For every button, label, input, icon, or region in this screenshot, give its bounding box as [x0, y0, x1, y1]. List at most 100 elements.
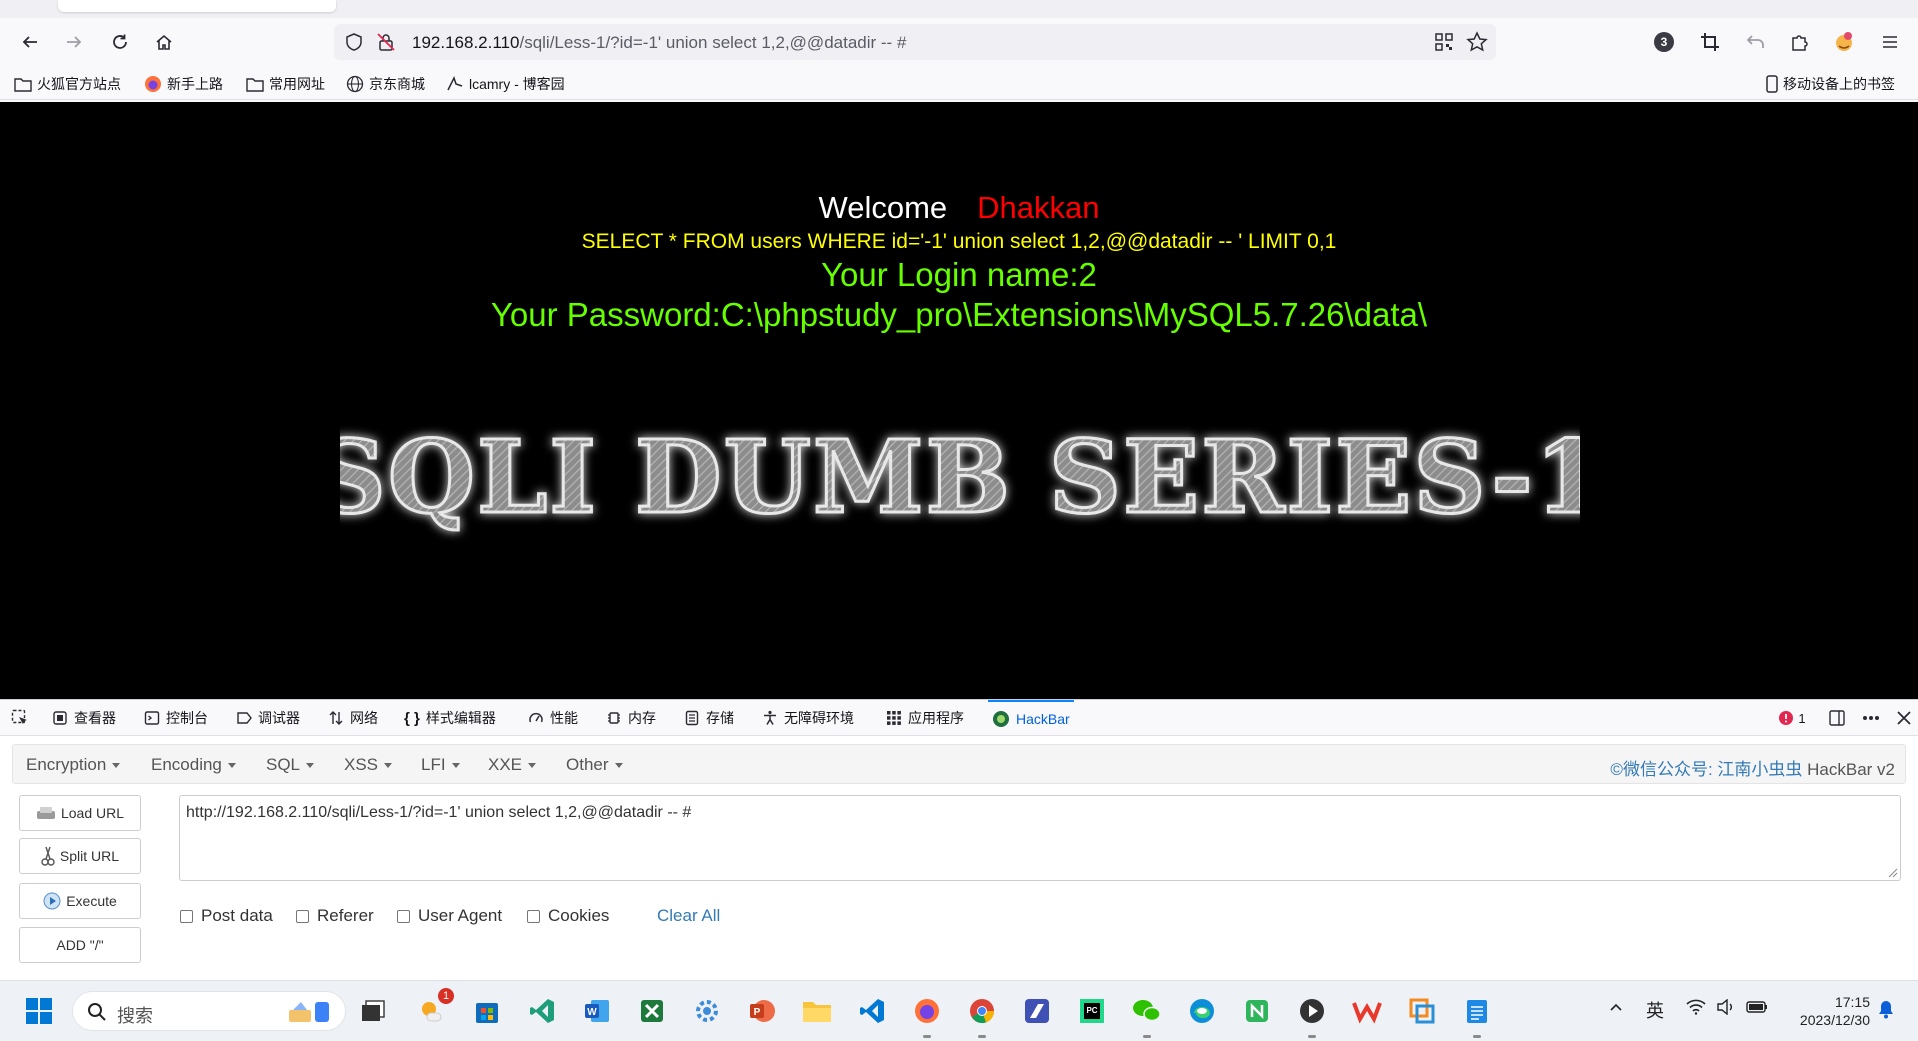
app-menu-button[interactable] — [1876, 28, 1904, 56]
powerpoint-icon: P — [750, 1000, 775, 1022]
extensions-button[interactable] — [1786, 28, 1814, 56]
forward-button[interactable] — [60, 28, 88, 56]
volume-status[interactable] — [1716, 998, 1736, 1020]
taskbar-app-file-explorer[interactable] — [800, 994, 834, 1028]
post-data-checkbox[interactable]: Post data — [180, 906, 273, 926]
taskbar-app-wps[interactable] — [1350, 994, 1384, 1028]
taskbar-app-excel-like[interactable] — [635, 994, 669, 1028]
checkbox-box[interactable] — [296, 909, 309, 923]
taskbar-app-task-view[interactable] — [356, 994, 390, 1028]
tab-accessibility[interactable]: 无障碍环境 — [762, 700, 854, 736]
element-picker-button[interactable] — [9, 707, 31, 729]
hackbar-url-input[interactable]: http://192.168.2.110/sqli/Less-1/?id=-1'… — [179, 795, 1901, 881]
clear-all-link[interactable]: Clear All — [657, 906, 720, 926]
taskbar-search-box[interactable]: 搜索 — [72, 991, 346, 1031]
lfi-dropdown[interactable]: LFI — [421, 755, 460, 775]
bookmark-item[interactable]: 火狐官方站点 — [14, 74, 121, 94]
back-button[interactable] — [16, 28, 44, 56]
tab-application[interactable]: 应用程序 — [886, 700, 964, 736]
xss-dropdown[interactable]: XSS — [344, 755, 392, 775]
tab-storage[interactable]: 存储 — [684, 700, 734, 736]
address-bar[interactable]: 192.168.2.110/sqli/Less-1/?id=-1' union … — [334, 24, 1496, 60]
login-name-text: Your Login name:2 — [821, 256, 1097, 293]
taskbar-app-media-player[interactable] — [1295, 994, 1329, 1028]
load-url-button[interactable]: Load URL — [19, 795, 141, 831]
bookmark-star-icon[interactable] — [1466, 31, 1488, 58]
notification-center-button[interactable] — [1877, 999, 1895, 1024]
tab-console[interactable]: 控制台 — [144, 700, 208, 736]
referer-checkbox[interactable]: Referer — [296, 906, 374, 926]
tab-hackbar[interactable]: HackBar — [988, 700, 1074, 736]
taskbar-app-sublime[interactable] — [1020, 994, 1054, 1028]
error-count-button[interactable]: 1 — [1772, 707, 1812, 729]
bookmark-item[interactable]: 新手上路 — [144, 74, 223, 94]
tracking-shield-icon[interactable] — [344, 32, 364, 57]
reload-button[interactable] — [106, 28, 134, 56]
bookmark-item[interactable]: 常用网址 — [246, 74, 325, 94]
taskbar-app-notepad[interactable] — [1460, 994, 1494, 1028]
tab-network[interactable]: 网络 — [328, 700, 378, 736]
taskbar-app-pycharm[interactable]: PC — [1075, 994, 1109, 1028]
mobile-device-icon — [1766, 75, 1778, 93]
taskbar-app-settings[interactable] — [690, 994, 724, 1028]
undo-button[interactable] — [1742, 28, 1770, 56]
taskbar-app-evernote-like[interactable] — [1240, 994, 1274, 1028]
close-devtools-button[interactable] — [1893, 707, 1915, 729]
encoding-dropdown[interactable]: Encoding — [151, 755, 236, 775]
tab-style-editor[interactable]: { } 样式编辑器 — [404, 700, 496, 736]
checkbox-box[interactable] — [397, 909, 410, 923]
tab-performance[interactable]: 性能 — [528, 700, 578, 736]
battery-status[interactable] — [1746, 999, 1768, 1020]
add-slash-button[interactable]: ADD "/" — [19, 927, 141, 963]
wifi-status[interactable] — [1686, 999, 1706, 1020]
taskbar-clock[interactable]: 17:15 2023/12/30 — [1800, 993, 1870, 1029]
taskbar-app-vscode[interactable] — [855, 994, 889, 1028]
sql-dropdown[interactable]: SQL — [266, 755, 314, 775]
bookmark-item[interactable]: lcamry - 博客园 — [446, 74, 565, 94]
style-editor-icon: { } — [404, 709, 420, 727]
checkbox-box[interactable] — [180, 909, 193, 923]
split-url-button[interactable]: Split URL — [19, 838, 141, 874]
taskbar-app-edge[interactable] — [1185, 994, 1219, 1028]
home-button[interactable] — [150, 28, 178, 56]
xxe-dropdown[interactable]: XXE — [488, 755, 536, 775]
execute-button[interactable]: Execute — [19, 883, 141, 919]
taskbar-app-powerpoint[interactable]: P — [745, 994, 779, 1028]
taskbar-app-chrome[interactable] — [965, 994, 999, 1028]
crop-screenshot-button[interactable] — [1696, 28, 1724, 56]
tab-label: 样式编辑器 — [425, 710, 496, 726]
taskbar-app-word[interactable]: W — [580, 994, 614, 1028]
taskbar-app-weather[interactable]: 1 — [414, 988, 454, 1028]
crop-icon — [1701, 33, 1719, 51]
input-method-indicator[interactable]: 英 — [1646, 997, 1664, 1023]
tab-memory[interactable]: 内存 — [606, 700, 656, 736]
mobile-bookmarks-item[interactable]: 移动设备上的书签 — [1766, 74, 1895, 94]
taskbar-app-virtual-box[interactable] — [1405, 994, 1439, 1028]
taskbar-app-firefox[interactable] — [910, 994, 944, 1028]
insecure-lock-icon[interactable] — [376, 32, 396, 57]
tab-debugger[interactable]: 调试器 — [236, 700, 300, 736]
qr-code-icon[interactable] — [1434, 32, 1454, 57]
bookmark-item[interactable]: 京东商城 — [346, 74, 425, 94]
cookies-checkbox[interactable]: Cookies — [527, 906, 609, 926]
dock-position-button[interactable] — [1826, 707, 1848, 729]
tab-inspector[interactable]: 查看器 — [52, 700, 116, 736]
url-text[interactable]: 192.168.2.110/sqli/Less-1/?id=-1' union … — [412, 33, 906, 53]
other-dropdown[interactable]: Other — [566, 755, 623, 775]
taskbar-app-wechat[interactable] — [1130, 994, 1164, 1028]
taskbar-app-store[interactable] — [470, 994, 504, 1028]
hackbar-url-value: http://192.168.2.110/sqli/Less-1/?id=-1'… — [186, 804, 692, 821]
resize-grip-icon[interactable] — [1886, 866, 1898, 878]
start-button[interactable] — [22, 994, 56, 1028]
extensions-counter[interactable]: 3 — [1650, 28, 1678, 56]
credit-link[interactable]: ©微信公众号: 江南小虫虫 — [1610, 760, 1802, 779]
memory-icon — [608, 712, 620, 724]
encryption-dropdown[interactable]: Encryption — [26, 755, 120, 775]
active-tab[interactable] — [58, 0, 336, 12]
tray-overflow-button[interactable] — [1608, 999, 1624, 1020]
checkbox-box[interactable] — [527, 909, 540, 923]
devtools-options-button[interactable] — [1860, 707, 1882, 729]
account-avatar-button[interactable] — [1830, 28, 1858, 56]
taskbar-app-visual-studio[interactable] — [525, 994, 559, 1028]
user-agent-checkbox[interactable]: User Agent — [397, 906, 502, 926]
